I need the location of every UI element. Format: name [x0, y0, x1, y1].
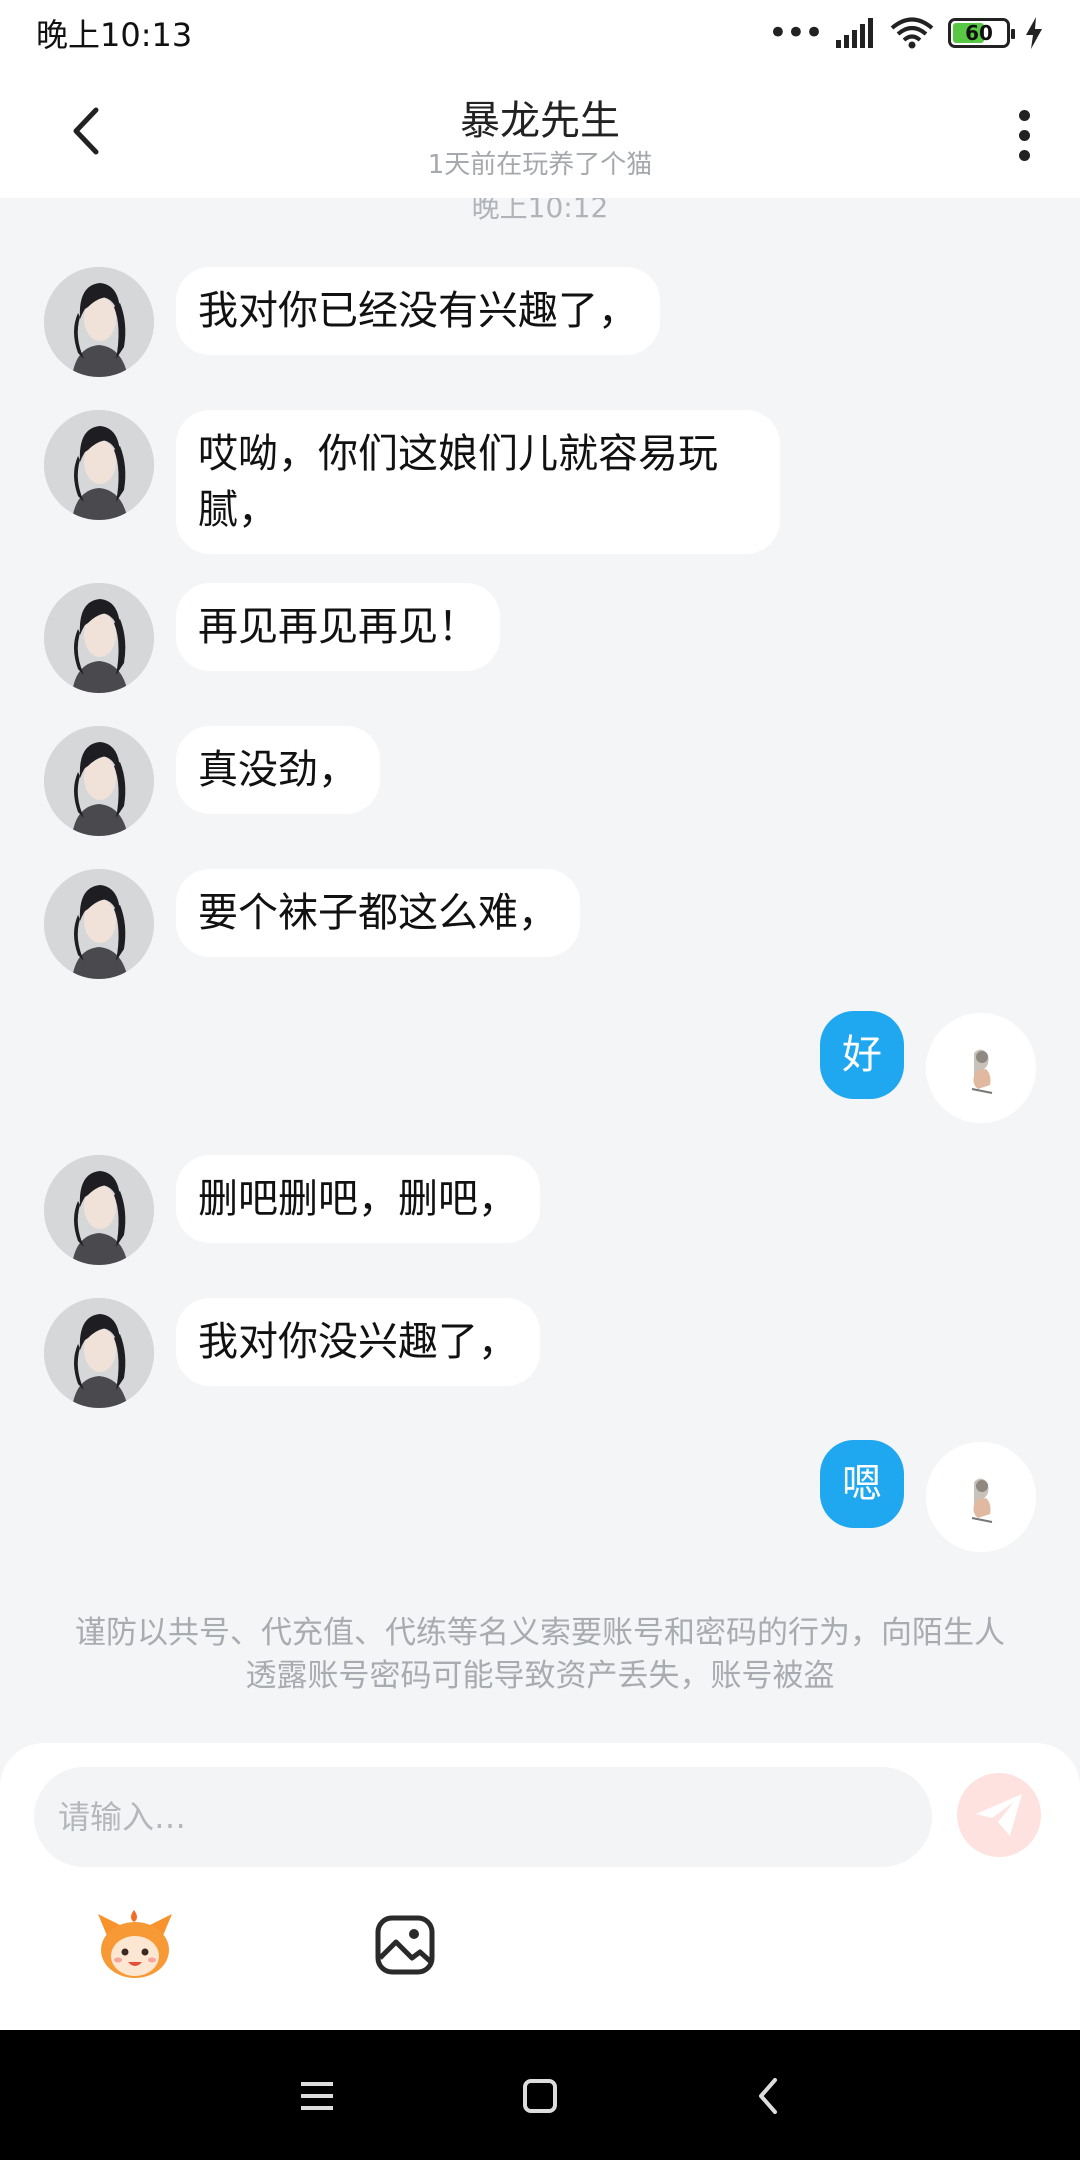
message-bubble[interactable]: 删吧删吧，删吧， — [176, 1155, 540, 1243]
avatar-icon — [44, 1298, 154, 1408]
more-dot — [1018, 129, 1030, 141]
message-bubble[interactable]: 真没劲， — [176, 726, 380, 814]
home-square-icon — [523, 2079, 557, 2113]
chat-messages[interactable]: 晚上10:12 我对你已经没有兴趣了， 哎呦，你们这娘们儿就容易玩腻， 再见再见… — [0, 198, 1080, 1743]
status-bar: 晚上10:13 ••• 60 — [0, 0, 1080, 66]
nav-menu-button[interactable] — [287, 2066, 347, 2126]
avatar-icon — [44, 869, 154, 979]
charging-bolt-icon — [1026, 17, 1042, 49]
avatar-icon — [926, 1013, 1036, 1123]
avatar-icon — [926, 1442, 1036, 1552]
status-icons: ••• 60 — [768, 13, 1044, 53]
send-button[interactable] — [957, 1773, 1041, 1857]
wifi-icon — [890, 17, 934, 49]
message-bubble-own[interactable]: 嗯 — [820, 1440, 904, 1528]
battery-icon: 60 — [948, 18, 1015, 48]
contact-avatar[interactable] — [44, 869, 154, 979]
more-options-button[interactable] — [1004, 100, 1044, 170]
security-warning: 谨防以共号、代充值、代练等名义索要账号和密码的行为，向陌生人透露账号密码可能导致… — [75, 1615, 1005, 1694]
avatar-icon — [44, 726, 154, 836]
avatar-icon — [44, 410, 154, 520]
contact-status: 1天前在玩养了个猫 — [427, 150, 653, 180]
avatar-icon — [44, 583, 154, 693]
avatar-icon — [44, 267, 154, 377]
notification-dots-icon: ••• — [767, 13, 824, 53]
contact-name: 暴龙先生 — [460, 98, 620, 144]
contact-avatar[interactable] — [44, 583, 154, 693]
nav-home-button[interactable] — [510, 2066, 570, 2126]
signal-icon — [836, 18, 873, 48]
message-input[interactable] — [34, 1767, 932, 1867]
battery-level: 60 — [965, 21, 993, 45]
message-bubble[interactable]: 哎呦，你们这娘们儿就容易玩腻， — [176, 410, 780, 554]
contact-avatar[interactable] — [44, 410, 154, 520]
menu-icon — [301, 2082, 333, 2110]
image-icon — [375, 1915, 435, 1975]
contact-avatar[interactable] — [44, 1155, 154, 1265]
system-nav-bar — [0, 2030, 1080, 2160]
contact-avatar[interactable] — [44, 726, 154, 836]
status-time: 晚上10:13 — [36, 16, 193, 54]
emoji-button[interactable] — [94, 1908, 176, 1980]
chat-header: 暴龙先生 1天前在玩养了个猫 — [0, 66, 1080, 198]
contact-avatar[interactable] — [44, 267, 154, 377]
message-bubble[interactable]: 我对你没兴趣了， — [176, 1298, 540, 1386]
contact-avatar[interactable] — [44, 1298, 154, 1408]
avatar-icon — [44, 1155, 154, 1265]
paper-plane-icon — [976, 1794, 1022, 1836]
more-vertical-icon — [1018, 109, 1030, 121]
message-bubble[interactable]: 要个袜子都这么难， — [176, 869, 580, 957]
own-avatar[interactable] — [926, 1013, 1036, 1123]
own-avatar[interactable] — [926, 1442, 1036, 1552]
message-bubble[interactable]: 再见再见再见！ — [176, 583, 500, 671]
mascot-emoji-icon — [98, 1910, 172, 1978]
more-dot — [1018, 149, 1030, 161]
chat-timestamp: 晚上10:12 — [471, 198, 609, 224]
composer-panel — [0, 1743, 1080, 2030]
nav-back-icon — [759, 2078, 777, 2114]
message-bubble-own[interactable]: 好 — [820, 1011, 904, 1099]
message-bubble[interactable]: 我对你已经没有兴趣了， — [176, 267, 660, 355]
image-button[interactable] — [374, 1914, 436, 1976]
nav-back-button[interactable] — [738, 2066, 798, 2126]
